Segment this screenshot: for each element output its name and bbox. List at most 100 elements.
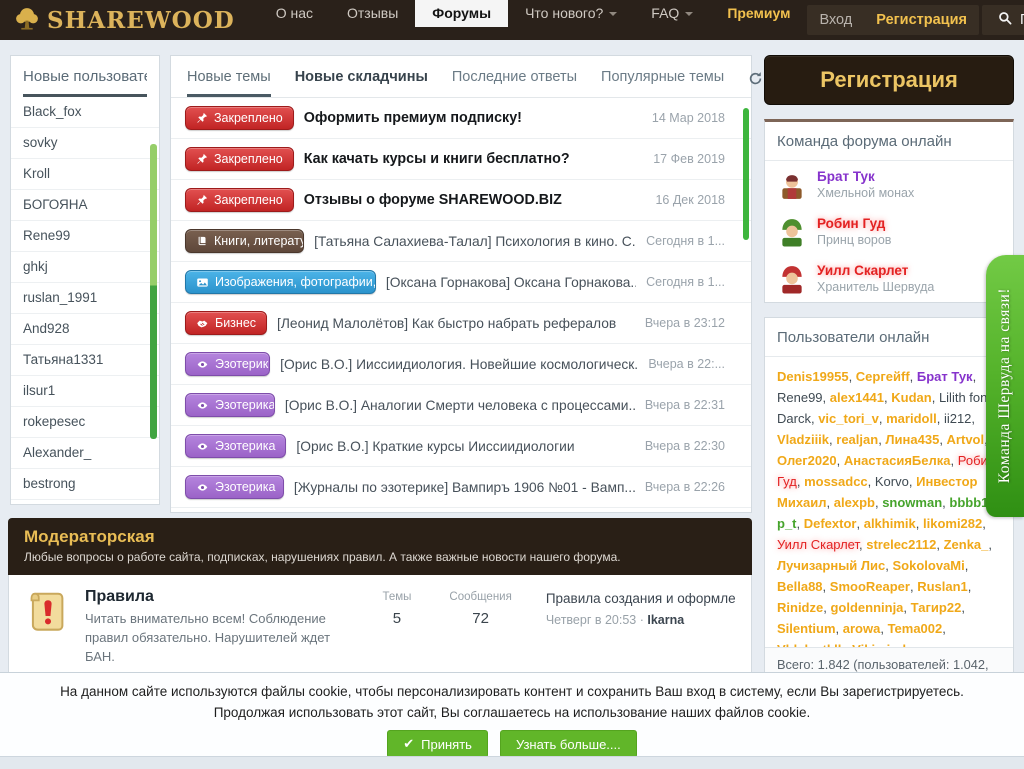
tab-популярные-темы[interactable]: Популярные темы xyxy=(601,69,724,94)
online-user[interactable]: maridoll xyxy=(886,411,937,426)
thread-badge-изображения-фотографии-видео[interactable]: Изображения, фотографии, видео xyxy=(185,270,376,294)
registration-button[interactable]: Регистрация xyxy=(764,55,1014,105)
thread-badge-эзотерика[interactable]: Эзотерика xyxy=(185,434,287,458)
online-user[interactable]: Rene99 xyxy=(777,390,823,405)
online-user[interactable]: Artvol xyxy=(947,432,985,447)
online-user[interactable]: Kudan xyxy=(891,390,931,405)
online-user[interactable]: p_t xyxy=(777,516,797,531)
online-user[interactable]: Тагир22 xyxy=(911,600,962,615)
nav-item-форумы[interactable]: Форумы xyxy=(415,0,509,27)
member-name[interactable]: Робин Гуд xyxy=(817,216,891,231)
thread-row[interactable]: Закреплено Отзывы о форуме SHAREWOOD.BIZ 1… xyxy=(171,180,751,221)
new-user-item[interactable]: bestrong xyxy=(11,469,159,500)
thread-title[interactable]: Оформить премиум подписку! xyxy=(304,110,522,126)
online-user[interactable]: Korvo xyxy=(875,474,909,489)
new-user-item[interactable]: rokepesec xyxy=(11,407,159,438)
new-user-item[interactable]: sovky xyxy=(11,128,159,159)
online-user[interactable]: Лина435 xyxy=(885,432,939,447)
online-user[interactable]: Олег2020 xyxy=(777,453,837,468)
thread-badge-закреплено[interactable]: Закреплено xyxy=(185,106,294,130)
thread-row[interactable]: Эзотерика [Орис В.О.] Аналогии Смерти чел… xyxy=(171,385,751,426)
thread-row[interactable]: Эзотерика [Орис В.О.] Краткие курсы Иисси… xyxy=(171,426,751,467)
online-user[interactable]: Лучизарный Лис xyxy=(777,558,885,573)
new-user-item[interactable]: Black_fox xyxy=(11,97,159,128)
moderator-category-header[interactable]: Модераторская Любые вопросы о работе сай… xyxy=(8,518,752,575)
tab-новые-темы[interactable]: Новые темы xyxy=(187,69,271,97)
thread-title[interactable]: [Татьяна Салахиева-Талал] Психология в к… xyxy=(314,234,636,249)
online-user[interactable]: arowa xyxy=(843,621,881,636)
thread-badge-закреплено[interactable]: Закреплено xyxy=(185,188,294,212)
tab-новые-складчины[interactable]: Новые складчины xyxy=(295,69,428,94)
new-user-item[interactable]: And928 xyxy=(11,314,159,345)
register-link[interactable]: Регистрация xyxy=(864,12,979,28)
thread-title[interactable]: [Орис В.О.] Ииссиидиология. Новейшие кос… xyxy=(280,357,638,372)
search-button[interactable]: Поиск xyxy=(981,5,1024,35)
thread-badge-эзотерика[interactable]: Эзотерика xyxy=(185,393,275,417)
member-name[interactable]: Уилл Скарлет xyxy=(817,263,934,278)
online-user[interactable]: Сергейff xyxy=(856,369,910,384)
cookie-accept-button[interactable]: Принять xyxy=(387,730,488,758)
thread-badge-эзотерика[interactable]: Эзотерика xyxy=(185,352,271,376)
online-user[interactable]: ii212 xyxy=(944,411,971,426)
thread-title[interactable]: [Журналы по эзотерике] Вампиръ 1906 №01 … xyxy=(294,480,635,495)
new-user-item[interactable]: Татьяна1331 xyxy=(11,345,159,376)
thread-row[interactable]: Изображения, фотографии, видео [Оксана Го… xyxy=(171,262,751,303)
last-post-title[interactable]: Правила создания и оформлени... xyxy=(546,591,735,606)
new-user-item[interactable]: ghkj xyxy=(11,252,159,283)
online-user[interactable]: Denis19955 xyxy=(777,369,849,384)
monk-avatar[interactable] xyxy=(777,170,807,200)
online-user[interactable]: Rinidze xyxy=(777,600,823,615)
nav-item-что-нового-[interactable]: Что нового? xyxy=(508,0,634,27)
thread-row[interactable]: Эзотерика [Журналы по эзотерике] Вампиръ … xyxy=(171,467,751,508)
new-user-item[interactable]: БОГОЯНА xyxy=(11,190,159,221)
online-user[interactable]: alkhimik xyxy=(864,516,916,531)
thread-badge-книги-литература[interactable]: Книги, литература xyxy=(185,229,305,253)
online-user[interactable]: Bella88 xyxy=(777,579,823,594)
thread-row[interactable]: Книги, литература [Татьяна Салахиева-Тала… xyxy=(171,221,751,262)
thread-title[interactable]: [Орис В.О.] Краткие курсы Ииссиидиологии xyxy=(296,439,574,454)
brand-logo[interactable]: SHAREWOOD xyxy=(0,0,247,40)
threads-scrollbar[interactable] xyxy=(743,108,749,240)
online-user[interactable]: mossadcc xyxy=(804,474,868,489)
online-user[interactable]: realjan xyxy=(836,432,878,447)
refresh-icon[interactable] xyxy=(748,71,763,89)
new-user-item[interactable]: ilsur1 xyxy=(11,376,159,407)
online-user[interactable]: vic_tori_v xyxy=(818,411,879,426)
online-user[interactable]: Zenka_ xyxy=(944,537,989,552)
online-user[interactable]: Defextor xyxy=(804,516,857,531)
online-user[interactable]: Брат Тук xyxy=(917,369,973,384)
will-avatar[interactable] xyxy=(777,264,807,294)
last-post-author[interactable]: Ikarna xyxy=(647,613,684,627)
online-user[interactable]: Silentium xyxy=(777,621,836,636)
tab-последние-ответы[interactable]: Последние ответы xyxy=(452,69,577,94)
thread-title[interactable]: [Леонид Малолётов] Как быстро набрать ре… xyxy=(277,316,616,331)
online-user[interactable]: Tema002 xyxy=(888,621,943,636)
new-user-item[interactable]: Kroll xyxy=(11,159,159,190)
nav-item-faq[interactable]: FAQ xyxy=(634,0,710,27)
nav-item-о-нас[interactable]: О нас xyxy=(259,0,330,27)
thread-title[interactable]: Отзывы о форуме SHAREWOOD.BIZ xyxy=(304,192,562,208)
cookie-learn-more-button[interactable]: Узнать больше.... xyxy=(499,730,637,758)
thread-title[interactable]: [Оксана Горнакова] Оксана Горнакова... xyxy=(386,275,636,290)
new-user-item[interactable]: Alexander_ xyxy=(11,438,159,469)
thread-row[interactable]: Бизнес [Леонид Малолётов] Как быстро набр… xyxy=(171,303,751,344)
online-user[interactable]: АнастасияБелка xyxy=(844,453,951,468)
forum-node-title[interactable]: Правила xyxy=(85,588,354,606)
thread-title[interactable]: Как качать курсы и книги бесплатно? xyxy=(304,151,570,167)
online-user[interactable]: Уилл Скарлет xyxy=(777,537,859,552)
online-user[interactable]: Vladziiik xyxy=(777,432,829,447)
member-name[interactable]: Брат Тук xyxy=(817,169,914,184)
online-user[interactable]: Ruslan1 xyxy=(917,579,968,594)
login-link[interactable]: Вход xyxy=(807,12,864,28)
new-user-item[interactable]: Rene99 xyxy=(11,221,159,252)
online-user[interactable]: strelec2112 xyxy=(866,537,936,552)
thread-row[interactable]: Эзотерика [Орис В.О.] Ииссиидиология. Нов… xyxy=(171,344,751,385)
thread-badge-закреплено[interactable]: Закреплено xyxy=(185,147,294,171)
nav-item-премиум[interactable]: Премиум xyxy=(710,0,807,27)
online-user[interactable]: snowman xyxy=(882,495,942,510)
thread-title[interactable]: [Орис В.О.] Аналогии Смерти человека с п… xyxy=(285,398,635,413)
online-user[interactable]: SmooReaper xyxy=(830,579,910,594)
online-user[interactable]: alex1441 xyxy=(830,390,884,405)
nav-item-отзывы[interactable]: Отзывы xyxy=(330,0,415,27)
sherwood-chat-tab[interactable]: Команда Шервуда на связи! xyxy=(986,255,1024,517)
